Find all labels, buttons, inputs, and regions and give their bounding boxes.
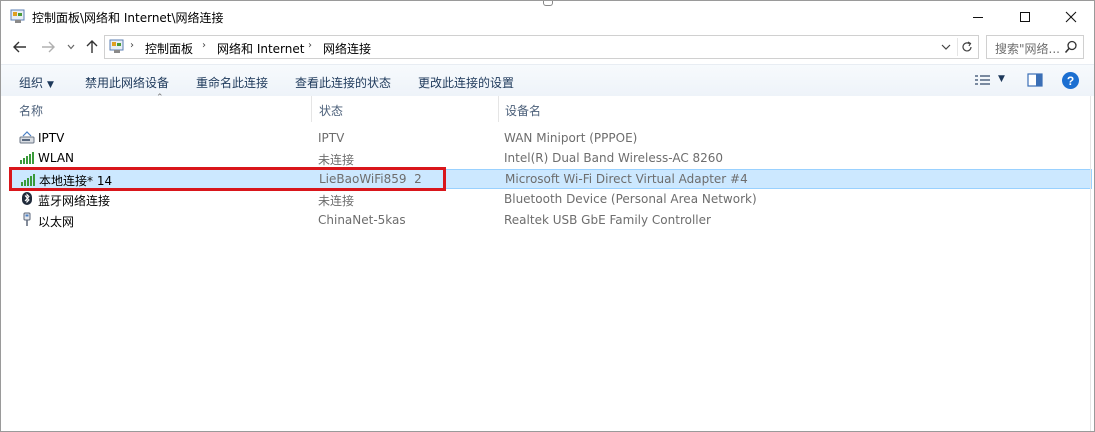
title-bar[interactable]: 控制面板\网络和 Internet\网络连接	[1, 1, 1094, 32]
close-icon	[1065, 11, 1077, 22]
wifi-signal-icon	[20, 152, 34, 164]
preview-pane-icon[interactable]	[1027, 73, 1043, 87]
breadcrumb-control-panel[interactable]: 控制面板	[145, 40, 193, 57]
list-item-bluetooth[interactable]: 蓝牙网络连接 未连接 Bluetooth Device (Personal Ar…	[9, 189, 1092, 209]
sort-ascending-icon: ⌃	[156, 93, 164, 103]
minimize-button[interactable]	[955, 1, 1001, 32]
connection-status: 未连接	[318, 194, 355, 208]
breadcrumb-separator[interactable]: ›	[308, 40, 312, 51]
command-bar: 组织 ▼ 禁用此网络设备 重命名此连接 查看此连接的状态 更改此连接的设置 ▼ ?	[1, 64, 1094, 97]
control-panel-icon	[10, 9, 25, 23]
caret-down-icon: ▼	[47, 80, 54, 90]
rename-connection-button[interactable]: 重命名此连接	[196, 74, 268, 91]
resize-notch	[543, 1, 553, 6]
view-status-button[interactable]: 查看此连接的状态	[295, 74, 391, 91]
connection-device: Microsoft Wi-Fi Direct Virtual Adapter #…	[505, 172, 748, 186]
explorer-window: 控制面板\网络和 Internet\网络连接 › 控制面板 › 网络和 Inte…	[0, 0, 1095, 432]
help-icon[interactable]: ?	[1062, 72, 1079, 89]
back-button[interactable]	[11, 38, 29, 56]
recent-locations-button[interactable]	[64, 38, 78, 56]
window-title: 控制面板\网络和 Internet\网络连接	[32, 11, 224, 25]
chevron-down-icon	[941, 44, 951, 50]
breadcrumb-network-connections[interactable]: 网络连接	[323, 40, 371, 57]
connection-device: WAN Miniport (PPPOE)	[504, 131, 638, 145]
column-header-device[interactable]: 设备名	[505, 102, 541, 119]
annotation-highlight-box	[9, 167, 446, 191]
ethernet-icon	[23, 212, 31, 226]
up-button[interactable]	[83, 38, 101, 56]
connection-name: 以太网	[38, 215, 75, 229]
scroll-edge	[1090, 96, 1091, 431]
maximize-icon	[1020, 11, 1030, 22]
refresh-icon	[962, 41, 972, 52]
column-header-row: ⌃ 名称 状态 设备名	[1, 93, 1094, 122]
organize-label: 组织	[19, 76, 44, 90]
view-options-icon[interactable]	[974, 73, 992, 87]
connection-device: Bluetooth Device (Personal Area Network)	[504, 192, 757, 206]
chevron-down-icon	[67, 44, 75, 50]
connection-device: Realtek USB GbE Family Controller	[504, 213, 711, 227]
minimize-icon	[973, 16, 983, 18]
bluetooth-icon	[22, 192, 32, 205]
connection-status: ChinaNet-5kas	[318, 213, 406, 227]
disable-device-button[interactable]: 禁用此网络设备	[85, 74, 169, 91]
list-item-wlan[interactable]: WLAN 未连接 Intel(R) Dual Band Wireless-AC …	[9, 148, 1092, 168]
view-options-dropdown[interactable]: ▼	[998, 74, 1005, 84]
breadcrumb-network-internet[interactable]: 网络和 Internet	[217, 40, 304, 57]
connection-name: 蓝牙网络连接	[38, 194, 111, 208]
column-header-name[interactable]: 名称	[19, 102, 43, 119]
forward-button[interactable]	[39, 38, 57, 56]
search-input[interactable]: 搜索"网络...	[986, 35, 1084, 59]
column-divider[interactable]	[311, 96, 312, 122]
connection-name: WLAN	[38, 151, 75, 165]
organize-menu[interactable]: 组织 ▼	[19, 74, 54, 91]
connection-name: IPTV	[38, 131, 65, 145]
control-panel-icon	[109, 39, 124, 53]
search-icon	[1064, 40, 1077, 54]
arrow-right-icon	[42, 41, 55, 53]
connection-status: IPTV	[318, 131, 345, 145]
column-header-status[interactable]: 状态	[319, 102, 343, 119]
dialup-icon	[19, 131, 35, 144]
arrow-left-icon	[13, 41, 26, 53]
connection-status: 未连接	[318, 153, 355, 167]
breadcrumb-separator[interactable]: ›	[130, 40, 134, 51]
maximize-button[interactable]	[1002, 1, 1048, 32]
list-item-iptv[interactable]: IPTV IPTV WAN Miniport (PPPOE)	[9, 128, 1092, 148]
change-settings-button[interactable]: 更改此连接的设置	[418, 74, 514, 91]
address-bar[interactable]: › 控制面板 › 网络和 Internet › 网络连接	[104, 35, 979, 59]
refresh-button[interactable]	[957, 38, 976, 56]
column-divider[interactable]	[498, 96, 499, 122]
connection-device: Intel(R) Dual Band Wireless-AC 8260	[504, 151, 724, 165]
breadcrumb-separator[interactable]: ›	[202, 40, 206, 51]
search-placeholder: 搜索"网络...	[995, 42, 1060, 56]
arrow-up-icon	[86, 40, 98, 53]
address-history-button[interactable]	[937, 38, 955, 56]
list-item-ethernet[interactable]: 以太网 ChinaNet-5kas Realtek USB GbE Family…	[9, 210, 1092, 230]
close-button[interactable]	[1048, 1, 1094, 32]
